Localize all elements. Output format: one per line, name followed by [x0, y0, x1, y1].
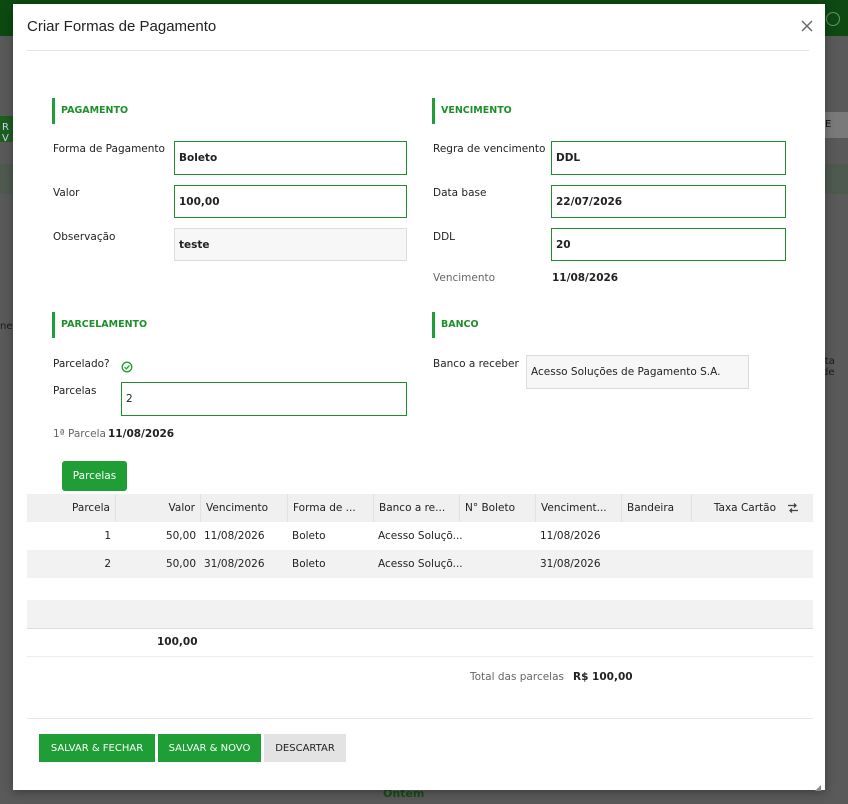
section-pagamento-title: PAGAMENTO [52, 98, 128, 124]
banco-receber-field[interactable]: Acesso Soluções de Pagamento S.A. [526, 355, 749, 389]
dialog-header-divider [27, 50, 809, 51]
resize-handle-icon[interactable] [815, 776, 821, 791]
regra-vencimento-field[interactable]: DDL [551, 141, 786, 175]
salvar-novo-button[interactable]: SALVAR & NOVO [158, 734, 261, 762]
row1-forma: Boleto [292, 530, 326, 542]
ddl-field[interactable]: 20 [551, 228, 786, 261]
primeira-parcela-value: 11/08/2026 [108, 428, 175, 440]
row1-banco: Acesso Soluçõ... [378, 530, 463, 542]
regra-vencimento-value: DDL [556, 152, 581, 164]
row1-vencimento: 11/08/2026 [204, 530, 265, 542]
section-vencimento-title: VENCIMENTO [432, 98, 512, 124]
grid-header-venc-orig[interactable]: Venciment... [536, 494, 622, 522]
grid-total-valor: 100,00 [157, 636, 198, 648]
observacao-label: Observação [53, 231, 116, 243]
parcelado-label: Parcelado? [53, 358, 110, 370]
vencimento-label: Vencimento [433, 272, 496, 284]
check-circle-icon[interactable] [121, 358, 133, 373]
row2-parcela: 2 [104, 558, 111, 570]
forma-pagamento-value: Boleto [179, 152, 218, 164]
parcelas-value: 2 [126, 393, 133, 405]
columns-settings-icon[interactable] [781, 494, 813, 522]
background-left-button: R V [0, 116, 14, 144]
dialog-title: Criar Formas de Pagamento [27, 18, 217, 35]
grid-footer-divider [27, 628, 813, 629]
banco-receber-value: Acesso Soluções de Pagamento S.A. [531, 366, 721, 378]
payment-dialog: Criar Formas de Pagamento PAGAMENTO Form… [13, 4, 825, 791]
ddl-label: DDL [433, 231, 456, 243]
tab-parcelas[interactable]: Parcelas [62, 461, 127, 491]
table-row[interactable]: 2 50,00 31/08/2026 Boleto Acesso Soluçõ.… [27, 550, 813, 578]
grid-header-valor[interactable]: Valor [116, 494, 201, 522]
grid-empty-row [27, 578, 813, 600]
row1-parcela: 1 [104, 530, 111, 542]
valor-field[interactable]: 100,00 [174, 185, 407, 218]
ddl-value: 20 [556, 238, 571, 251]
grid-header-boleto[interactable]: N° Boleto [460, 494, 536, 522]
grid-header-parcela[interactable]: Parcela [27, 494, 116, 522]
background-clock-icon [826, 12, 840, 26]
background-right-fragment: ita de [822, 356, 835, 378]
data-base-field[interactable]: 22/07/2026 [551, 185, 786, 218]
row2-forma: Boleto [292, 558, 326, 570]
vencimento-value: 11/08/2026 [552, 272, 619, 284]
row1-venc-orig: 11/08/2026 [540, 530, 601, 542]
grid-header: Parcela Valor Vencimento Forma de ... Ba… [27, 494, 813, 522]
row2-valor: 50,00 [165, 558, 196, 570]
parcelas-label: Parcelas [53, 385, 97, 397]
total-parcelas-label: Total das parcelas [470, 671, 565, 683]
grid-header-forma[interactable]: Forma de ... [288, 494, 374, 522]
section-parcelamento-title: PARCELAMENTO [52, 312, 147, 338]
section-banco-title: BANCO [432, 312, 479, 338]
grid-header-vencimento[interactable]: Vencimento [201, 494, 288, 522]
forma-pagamento-label: Forma de Pagamento [53, 143, 165, 155]
observacao-field[interactable]: teste [174, 228, 407, 261]
row1-valor: 50,00 [165, 530, 196, 542]
valor-value: 100,00 [179, 195, 220, 208]
parcelas-field[interactable]: 2 [121, 382, 407, 416]
table-row[interactable]: 1 50,00 11/08/2026 Boleto Acesso Soluçõ.… [27, 522, 813, 550]
footer-divider [27, 718, 813, 719]
grid-header-taxa[interactable]: Taxa Cartão [692, 494, 781, 522]
salvar-fechar-button[interactable]: SALVAR & FECHAR [39, 734, 155, 762]
data-base-value: 22/07/2026 [556, 195, 623, 208]
grid-empty-row [27, 600, 813, 628]
regra-vencimento-label: Regra de vencimento [433, 143, 546, 155]
banco-receber-label: Banco a receber [433, 358, 519, 370]
grid-header-bandeira[interactable]: Bandeira [622, 494, 692, 522]
observacao-value: teste [179, 238, 210, 251]
row2-vencimento: 31/08/2026 [204, 558, 265, 570]
background-right-button-label: E [825, 119, 832, 130]
primeira-parcela-label: 1ª Parcela [53, 428, 106, 440]
tab-bar [35, 462, 801, 490]
valor-label: Valor [53, 187, 80, 199]
descartar-button[interactable]: DESCARTAR [264, 734, 346, 762]
total-parcelas-value: R$ 100,00 [573, 671, 633, 683]
row2-venc-orig: 31/08/2026 [540, 558, 601, 570]
grid-footer-divider-2 [27, 656, 813, 657]
close-icon[interactable] [798, 17, 816, 35]
grid-header-banco[interactable]: Banco a re... [374, 494, 460, 522]
data-base-label: Data base [433, 187, 487, 199]
forma-pagamento-field[interactable]: Boleto [174, 141, 407, 175]
row2-banco: Acesso Soluçõ... [378, 558, 463, 570]
